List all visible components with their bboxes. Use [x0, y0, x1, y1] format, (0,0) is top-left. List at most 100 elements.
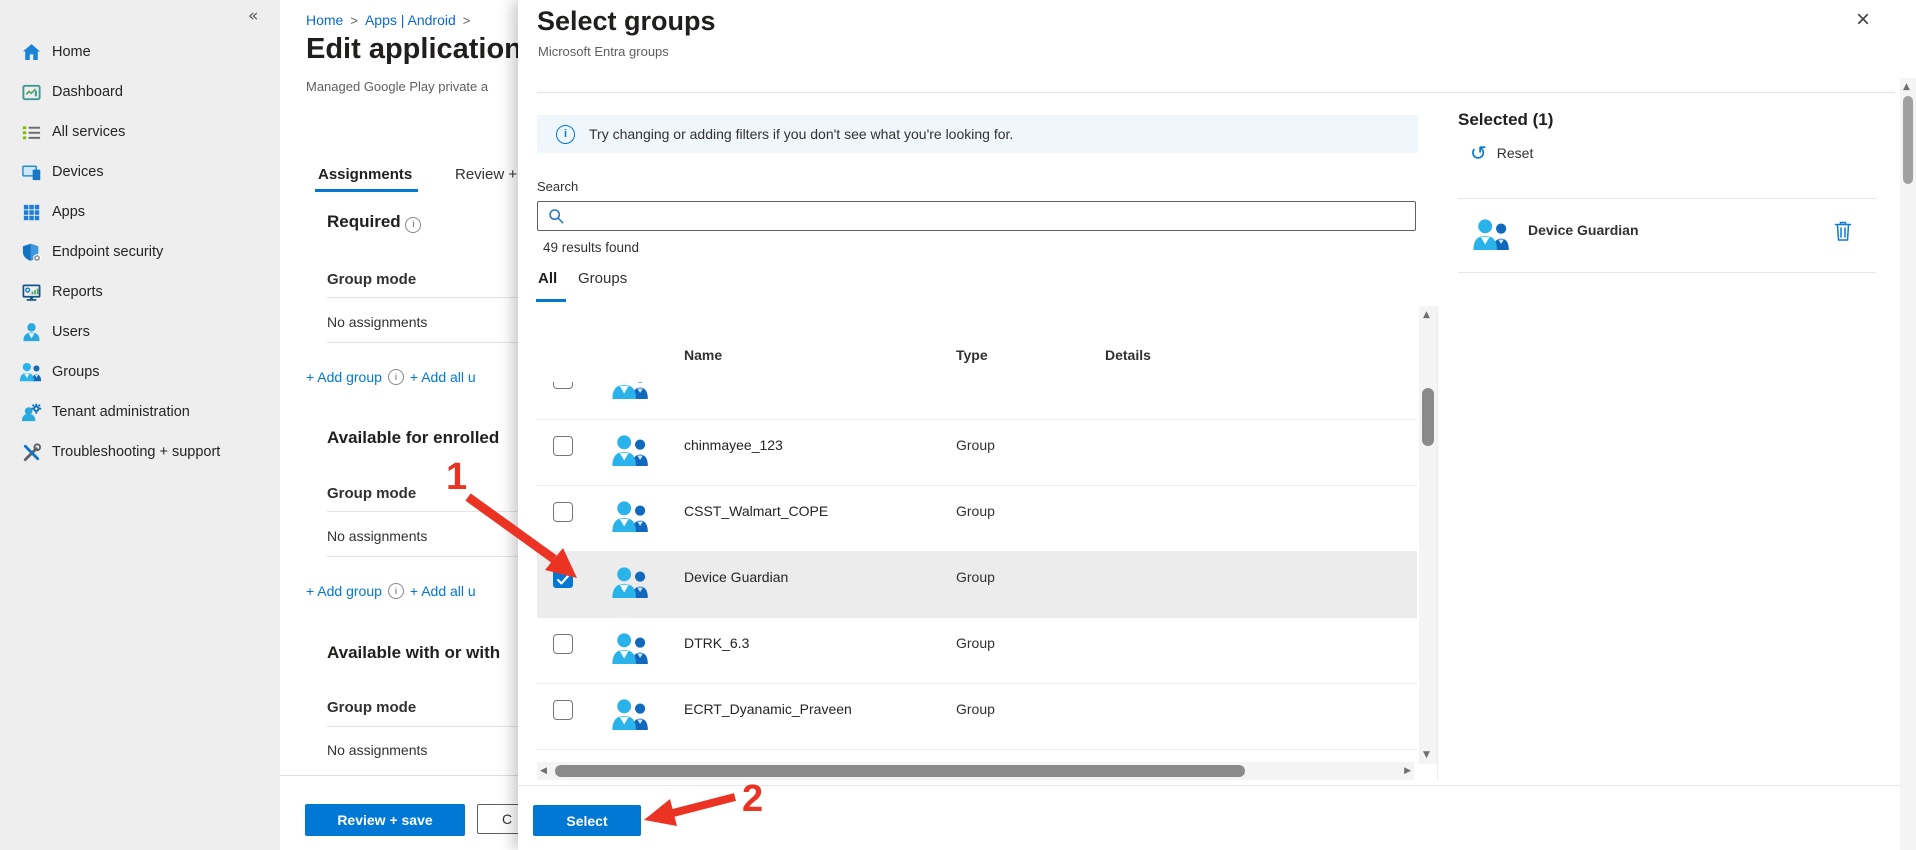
row-checkbox[interactable]	[553, 634, 573, 654]
table-row-selected[interactable]: Device Guardian Group	[537, 551, 1417, 617]
vertical-scroll-thumb[interactable]	[1422, 388, 1434, 446]
active-tab-underline	[536, 299, 566, 302]
add-group-link[interactable]: + Add group	[306, 583, 382, 599]
tab-review-save[interactable]: Review +	[455, 166, 517, 183]
sidebar-item-all-services[interactable]: All services	[0, 112, 280, 152]
panel-subtitle: Microsoft Entra groups	[538, 44, 669, 59]
table-row-partial[interactable]	[537, 382, 1417, 419]
table-row[interactable]: DTRK_6.3 Group	[537, 617, 1417, 683]
row-checkbox[interactable]	[553, 382, 573, 389]
scroll-right-icon[interactable]: ▶	[1404, 766, 1411, 776]
no-assignments-text: No assignments	[327, 528, 427, 544]
active-tab-underline	[315, 189, 418, 192]
breadcrumb-separator: >	[350, 13, 358, 28]
sidebar-item-apps[interactable]: Apps	[0, 192, 280, 232]
column-header-type: Type	[956, 347, 988, 363]
tab-groups[interactable]: Groups	[578, 270, 627, 287]
column-group-mode: Group mode	[327, 485, 416, 502]
group-icon	[611, 632, 651, 665]
panel-title: Select groups	[537, 6, 716, 37]
column-group-mode: Group mode	[327, 699, 416, 716]
close-icon[interactable]: ×	[1856, 8, 1870, 32]
row-checkbox[interactable]	[553, 568, 573, 588]
search-input[interactable]	[570, 207, 1415, 225]
group-name: CSST_Walmart_COPE	[684, 503, 828, 519]
select-button[interactable]: Select	[533, 805, 641, 836]
sidebar-item-users[interactable]: Users	[0, 312, 280, 352]
sidebar: « Home Dashboard All services Devices Ap…	[0, 0, 280, 850]
results-count: 49 results found	[543, 240, 639, 255]
section-heading-available-with-without: Available with or with	[327, 643, 500, 663]
no-assignments-text: No assignments	[327, 314, 427, 330]
group-name: chinmayee_123	[684, 437, 783, 453]
assignment-links: + Add group i + Add all u	[306, 369, 476, 385]
group-icon	[611, 698, 651, 731]
delete-icon[interactable]	[1833, 219, 1853, 242]
reset-button[interactable]: ↺ Reset	[1470, 143, 1533, 163]
scroll-up-icon[interactable]: ▲	[1423, 310, 1430, 320]
sidebar-item-dashboard[interactable]: Dashboard	[0, 72, 280, 112]
divider	[327, 556, 518, 557]
sidebar-item-endpoint-security[interactable]: Endpoint security	[0, 232, 280, 272]
intune-portal-window: « Home Dashboard All services Devices Ap…	[0, 0, 1916, 850]
review-save-button[interactable]: Review + save	[305, 804, 465, 836]
horizontal-scroll-thumb[interactable]	[555, 765, 1245, 777]
sidebar-item-groups[interactable]: Groups	[0, 352, 280, 392]
section-heading-available-enrolled: Available for enrolled	[327, 428, 499, 448]
reports-icon	[19, 280, 43, 304]
group-icon	[611, 434, 651, 467]
table-row[interactable]: chinmayee_123 Group	[537, 419, 1417, 485]
group-type: Group	[956, 635, 995, 651]
row-checkbox[interactable]	[553, 700, 573, 720]
scroll-up-icon[interactable]: ▲	[1903, 82, 1910, 92]
tab-assignments[interactable]: Assignments	[318, 166, 412, 183]
list-right-edge	[1437, 306, 1438, 780]
sidebar-collapse-icon[interactable]: «	[248, 6, 258, 26]
vertical-scroll-thumb[interactable]	[1903, 96, 1913, 184]
divider	[327, 342, 518, 343]
breadcrumb-apps-android-link[interactable]: Apps | Android	[365, 12, 456, 28]
users-icon	[19, 320, 43, 344]
group-icon	[611, 382, 651, 400]
column-group-mode: Group mode	[327, 271, 416, 288]
list-vertical-scrollbar[interactable]: ▲ ▼	[1419, 306, 1437, 764]
info-icon[interactable]: i	[388, 369, 404, 385]
breadcrumb-separator: >	[463, 13, 471, 28]
sidebar-item-devices[interactable]: Devices	[0, 152, 280, 192]
group-type: Group	[956, 437, 995, 453]
selected-group-name: Device Guardian	[1528, 222, 1639, 238]
cancel-button[interactable]: C	[477, 804, 518, 834]
add-group-link[interactable]: + Add group	[306, 369, 382, 385]
sidebar-item-reports[interactable]: Reports	[0, 272, 280, 312]
add-all-users-link[interactable]: + Add all u	[410, 583, 476, 599]
no-assignments-text: No assignments	[327, 742, 427, 758]
group-icon	[611, 500, 651, 533]
info-icon[interactable]: i	[388, 583, 404, 599]
row-checkbox[interactable]	[553, 436, 573, 456]
tenant-administration-icon	[19, 400, 43, 424]
scroll-left-icon[interactable]: ◀	[540, 766, 547, 776]
breadcrumb-home-link[interactable]: Home	[306, 12, 343, 28]
column-header-details: Details	[1105, 347, 1151, 363]
group-icon	[1472, 218, 1512, 251]
troubleshooting-icon	[19, 440, 43, 464]
page-title: Edit application	[306, 33, 518, 66]
sidebar-item-tenant-administration[interactable]: Tenant administration	[0, 392, 280, 432]
sidebar-item-home[interactable]: Home	[0, 32, 280, 72]
devices-icon	[19, 160, 43, 184]
table-row[interactable]: ECRT_Dyanamic_Praveen Group	[537, 683, 1417, 749]
add-all-users-link[interactable]: + Add all u	[410, 369, 476, 385]
info-icon[interactable]: i	[405, 217, 421, 233]
tab-all[interactable]: All	[538, 270, 557, 287]
group-type: Group	[956, 503, 995, 519]
section-heading-required: Required i	[327, 212, 421, 233]
scroll-down-icon[interactable]: ▼	[1423, 750, 1430, 760]
divider	[327, 297, 518, 298]
column-header-name: Name	[684, 347, 722, 363]
table-row[interactable]: CSST_Walmart_COPE Group	[537, 485, 1417, 551]
row-checkbox[interactable]	[553, 502, 573, 522]
list-horizontal-scrollbar[interactable]: ◀ ▶	[537, 762, 1414, 780]
sidebar-item-troubleshooting-support[interactable]: Troubleshooting + support	[0, 432, 280, 472]
page-vertical-scrollbar[interactable]: ▲	[1900, 78, 1916, 850]
groups-icon	[19, 360, 43, 384]
